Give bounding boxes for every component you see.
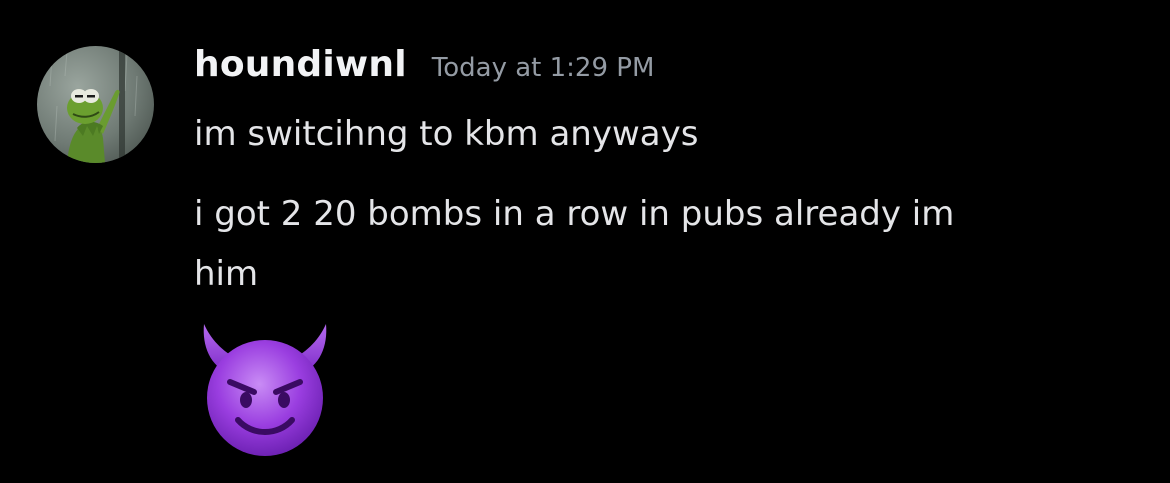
- message-text-line: i got 2 20 bombs in a row in pubs alread…: [194, 194, 955, 234]
- message-timestamp[interactable]: Today at 1:29 PM: [432, 53, 655, 83]
- message-header: houndiwnl Today at 1:29 PM: [194, 44, 654, 85]
- devil-emoji-icon: [203, 324, 327, 456]
- user-avatar[interactable]: [37, 46, 154, 163]
- kermit-avatar-icon: [37, 46, 154, 163]
- chat-message: houndiwnl Today at 1:29 PM im switcihng …: [0, 0, 1170, 483]
- message-text-line: im switcihng to kbm anyways: [194, 114, 699, 154]
- message-text-line: him: [194, 254, 259, 294]
- smiling-face-with-horns-emoji[interactable]: [196, 320, 334, 458]
- username[interactable]: houndiwnl: [194, 44, 407, 85]
